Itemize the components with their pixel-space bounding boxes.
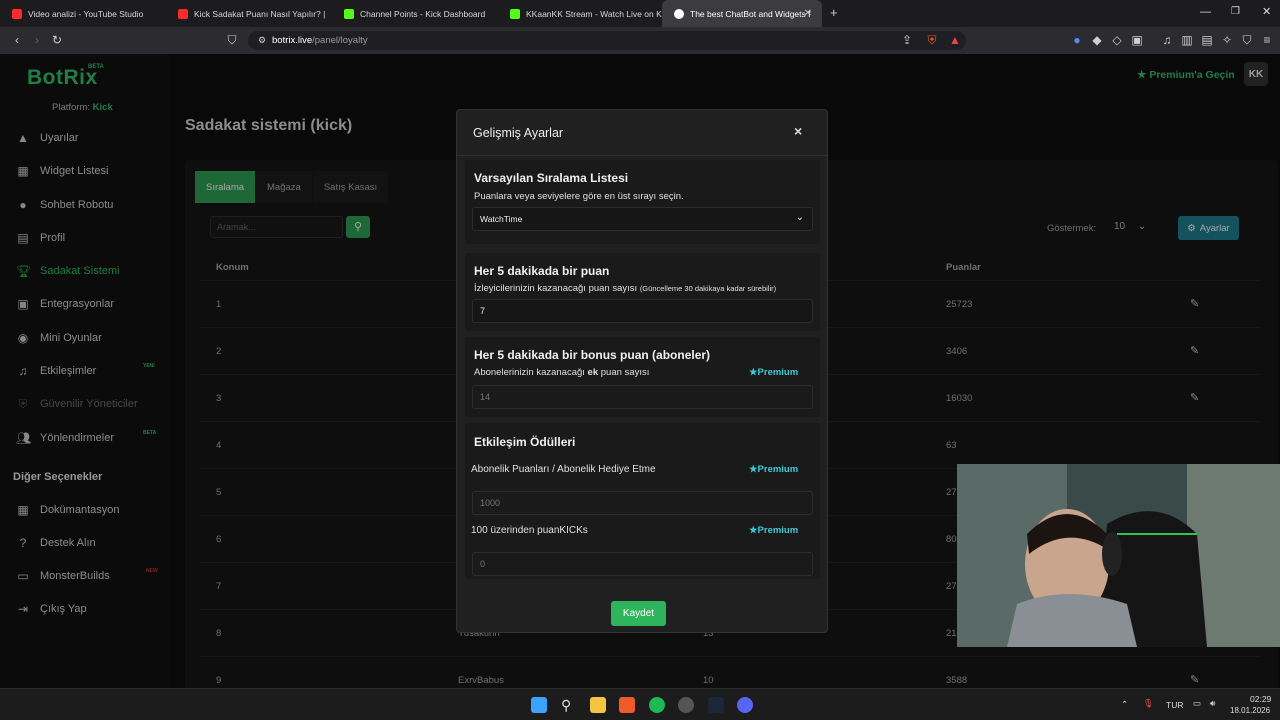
section-heading: Her 5 dakikada bir puan xyxy=(474,264,610,278)
window-close-icon[interactable]: ✕ xyxy=(1262,5,1271,18)
sidebar-toggle-icon[interactable]: ▥ xyxy=(1180,33,1194,47)
leo-icon[interactable]: ✧ xyxy=(1220,33,1234,47)
address-bar[interactable]: botrix.live/panel/loyalty xyxy=(248,31,966,50)
section-description: Puanlara veya seviyelere göre en üst sır… xyxy=(474,191,684,202)
tab-label: Channel Points - Kick Dashboard xyxy=(360,8,486,19)
extension-icon[interactable]: ◆ xyxy=(1090,33,1104,47)
botrix-favicon-icon xyxy=(674,8,684,19)
divider xyxy=(457,155,827,156)
kicks-label: 100 üzerinden puanKICKs xyxy=(471,525,588,536)
network-icon[interactable]: ▭ xyxy=(1193,698,1201,709)
extension-icon[interactable]: ▣ xyxy=(1130,33,1144,47)
extension-icon[interactable]: ● xyxy=(1070,33,1084,47)
language-indicator[interactable]: TUR xyxy=(1166,700,1183,710)
premium-badge: ★Premium xyxy=(749,367,799,378)
youtube-icon xyxy=(178,8,188,19)
menu-icon[interactable]: ≡ xyxy=(1260,33,1274,47)
volume-icon[interactable]: 🔊︎ xyxy=(1210,698,1215,709)
section-heading: Her 5 dakikada bir bonus puan (aboneler) xyxy=(474,348,711,362)
microphone-icon[interactable]: 🎙︎ xyxy=(1143,698,1154,709)
save-button[interactable]: Kaydet xyxy=(611,601,666,626)
tab-label: The best ChatBot and Widgets f xyxy=(690,8,811,19)
ranking-select[interactable]: WatchTime ⌄ xyxy=(472,207,813,231)
premium-badge: ★Premium xyxy=(749,525,799,536)
tab-label: Video analizi - YouTube Studio xyxy=(28,8,144,19)
search-icon[interactable]: ⚲ xyxy=(561,697,577,713)
obs-icon[interactable] xyxy=(678,697,694,713)
vpn-icon[interactable]: ⛉ xyxy=(1240,33,1254,47)
brave-shield-icon[interactable]: ⛨ xyxy=(925,33,939,47)
new-tab-button[interactable]: + xyxy=(830,5,838,20)
bonus-points-section: Her 5 dakikada bir bonus puan (aboneler)… xyxy=(465,337,820,417)
kick-icon xyxy=(344,8,354,19)
url-path: /panel/loyalty xyxy=(312,35,368,46)
forward-icon[interactable]: › xyxy=(30,33,44,47)
points-per-5min-section: Her 5 dakikada bir puan İzleyicilerinizi… xyxy=(465,253,820,331)
extension-icon[interactable]: ◇ xyxy=(1110,33,1124,47)
music-icon[interactable]: ♫ xyxy=(1160,33,1174,47)
taskbar: ⚲ ⌃ 🎙︎ TUR ▭ 🔊︎ 02:29 18.01.2026 xyxy=(0,688,1280,720)
file-explorer-icon[interactable] xyxy=(590,697,606,713)
browser-tab[interactable]: Channel Points - Kick Dashboard xyxy=(332,0,498,27)
clock-time[interactable]: 02:29 xyxy=(1250,694,1271,704)
page: BotRix BETA Platform: Kick ▲ Uyarılar ▦ Wi… xyxy=(0,54,1280,688)
share-icon[interactable]: ⇪ xyxy=(900,33,914,47)
browser-tab[interactable]: Video analizi - YouTube Studio xyxy=(0,0,166,27)
close-tab-icon[interactable]: ✕ xyxy=(804,8,812,19)
sub-points-input[interactable]: 1000 xyxy=(472,491,813,515)
section-heading: Etkileşim Ödülleri xyxy=(474,435,576,449)
tray-chevron-icon[interactable]: ⌃ xyxy=(1121,699,1128,710)
steam-icon[interactable] xyxy=(708,697,724,713)
points-input[interactable]: 7 xyxy=(472,299,813,323)
default-ranking-section: Varsayılan Sıralama Listesi Puanlara vey… xyxy=(465,160,820,244)
spotify-icon[interactable] xyxy=(649,697,665,713)
interaction-rewards-section: Etkileşim Ödülleri Abonelik Puanları / A… xyxy=(465,423,820,579)
close-icon[interactable]: × xyxy=(794,123,802,139)
url-host: botrix.live xyxy=(272,35,313,46)
maximize-icon[interactable]: ❐ xyxy=(1231,6,1240,17)
browser-tab[interactable]: KKaanKK Stream - Watch Live on Kick xyxy=(498,0,662,27)
webcam-overlay xyxy=(957,464,1280,647)
windows-start-icon[interactable] xyxy=(531,697,547,713)
chevron-down-icon: ⌄ xyxy=(795,212,804,223)
site-settings-icon[interactable]: ⚙ xyxy=(255,33,269,47)
discord-icon[interactable] xyxy=(737,697,753,713)
tab-label: Kick Sadakat Puanı Nasıl Yapılır? | xyxy=(194,8,326,19)
tab-label: KKaanKK Stream - Watch Live on Kick xyxy=(526,8,662,19)
section-description: İzleyicilerinizin kazanacağı puan sayısı… xyxy=(474,283,777,294)
premium-badge: ★Premium xyxy=(749,464,799,475)
kicks-input[interactable]: 0 xyxy=(472,552,813,576)
modal-title: Gelişmiş Ayarlar xyxy=(473,126,564,140)
kick-icon xyxy=(510,8,520,19)
browser-tab-active[interactable]: The best ChatBot and Widgets f ✕ xyxy=(662,0,822,27)
clock-date[interactable]: 18.01.2026 xyxy=(1230,706,1270,715)
brave-rewards-icon[interactable]: ▲ xyxy=(948,33,962,47)
back-icon[interactable]: ‹ xyxy=(10,33,24,47)
browser-tab-bar: Video analizi - YouTube Studio Kick Sada… xyxy=(0,0,1280,27)
bookmark-icon[interactable]: ⛉ xyxy=(225,33,239,47)
webcam-image xyxy=(957,464,1280,647)
brave-icon[interactable] xyxy=(619,697,635,713)
bonus-points-input[interactable]: 14 xyxy=(472,385,813,409)
wallet-icon[interactable]: ▤ xyxy=(1200,33,1214,47)
advanced-settings-modal: Gelişmiş Ayarlar × Varsayılan Sıralama L… xyxy=(456,109,828,633)
reload-icon[interactable]: ↻ xyxy=(50,33,64,47)
section-description: Abonelerinizin kazanacağı ek puan sayısı xyxy=(474,367,650,378)
section-heading: Varsayılan Sıralama Listesi xyxy=(474,171,629,185)
sub-points-label: Abonelik Puanları / Abonelik Hediye Etme xyxy=(471,464,656,475)
youtube-icon xyxy=(12,8,22,19)
browser-tab[interactable]: Kick Sadakat Puanı Nasıl Yapılır? | xyxy=(166,0,332,27)
minimize-icon[interactable]: — xyxy=(1200,6,1211,18)
